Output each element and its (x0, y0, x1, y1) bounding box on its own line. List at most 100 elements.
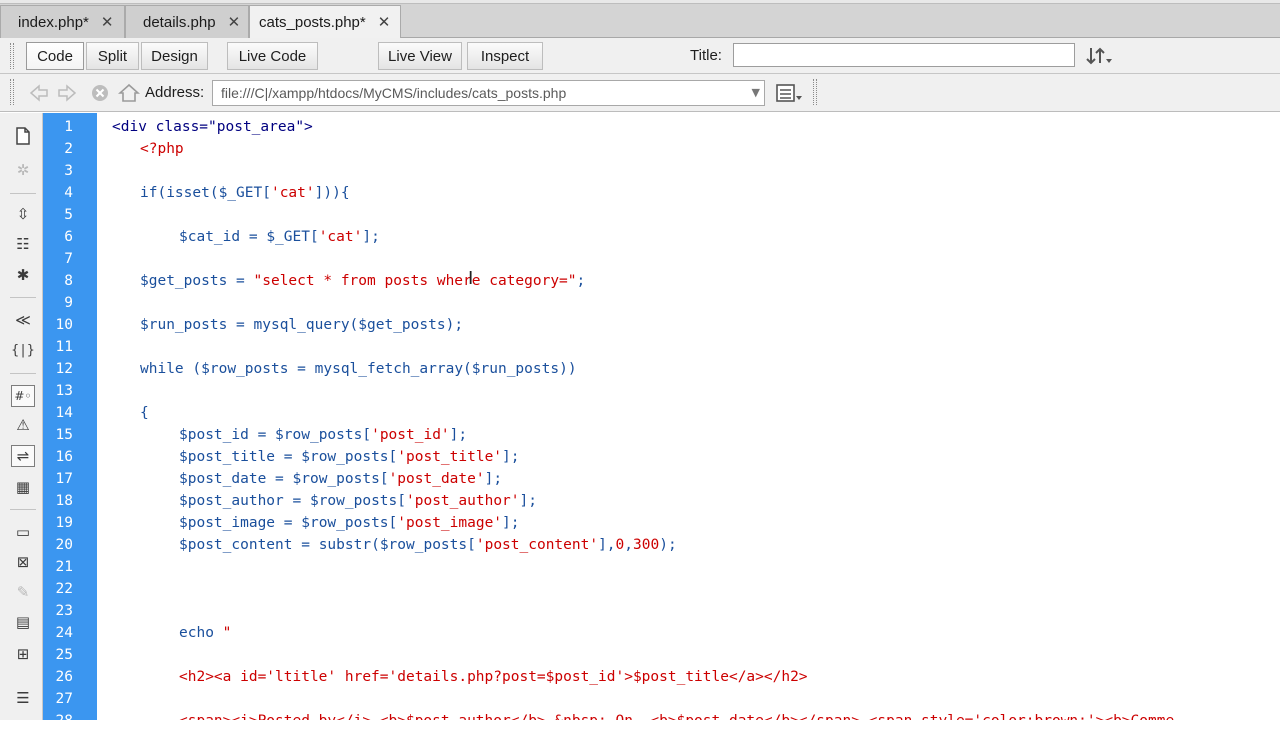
title-input[interactable] (733, 43, 1075, 67)
live-code-button[interactable]: Live Code (227, 42, 318, 70)
code-line[interactable]: { (140, 402, 149, 424)
list-options-icon[interactable] (773, 81, 807, 105)
code-token: [ (388, 515, 398, 531)
toolbar-grip[interactable] (813, 79, 817, 105)
code-token: ); (659, 537, 677, 553)
toolbar-separator (10, 193, 36, 194)
code-token: $post_image (179, 515, 276, 531)
code-line[interactable]: $cat_id = $_GET['cat']; (179, 226, 380, 248)
line-number: 12 (55, 361, 73, 377)
code-line[interactable]: $post_date = $row_posts['post_date']; (179, 468, 502, 490)
code-editor[interactable]: <div class="post_area"> <?php if(isset($_G… (97, 113, 1280, 720)
code-token: ]; (362, 229, 380, 245)
tab-label: index.php* (18, 13, 89, 31)
line-number: 21 (55, 559, 73, 575)
inspect-button[interactable]: Inspect (467, 42, 543, 70)
move-css-icon[interactable]: ⊞ (11, 643, 35, 665)
code-line[interactable]: <h2><a id='ltitle' href='details.php?pos… (179, 666, 808, 688)
address-value: file:///C|/xampp/htdocs/MyCMS/includes/c… (221, 85, 567, 101)
close-icon[interactable]: ✕ (378, 13, 391, 31)
close-icon[interactable]: ✕ (101, 13, 114, 31)
code-line[interactable]: $post_id = $row_posts['post_id']; (179, 424, 467, 446)
address-field[interactable]: file:///C|/xampp/htdocs/MyCMS/includes/c… (212, 80, 765, 106)
code-token: ]; (502, 515, 520, 531)
code-token: [ (309, 229, 319, 245)
code-token: $post_author (179, 493, 284, 509)
code-token: $_GET (218, 185, 263, 201)
code-token: $_GET (266, 229, 310, 245)
toolbar-grip[interactable] (10, 79, 14, 105)
code-line[interactable]: echo " (179, 622, 231, 644)
code-line[interactable]: $get_posts = "select * from posts where … (140, 270, 585, 292)
line-number: 19 (55, 515, 73, 531)
tab-details-php[interactable]: details.php ✕ (125, 5, 249, 38)
line-number: 7 (64, 251, 73, 267)
code-token: while (140, 361, 193, 377)
code-line[interactable]: <span><i>Posted by</i> <b>$post_author</… (179, 710, 1174, 720)
code-line[interactable]: <div class="post_area"> (112, 116, 313, 138)
split-view-button[interactable]: Split (86, 42, 139, 70)
code-token: ])){ (314, 185, 350, 201)
code-view-button[interactable]: Code (26, 42, 84, 70)
highlight-invalid-code-icon[interactable]: ⚠ (11, 414, 35, 436)
tab-cats-posts-php[interactable]: cats_posts.php* ✕ (249, 5, 401, 38)
collapse-full-tag-icon[interactable]: ⇳ (11, 203, 35, 225)
line-number: 22 (55, 581, 73, 597)
collapse-selection-icon[interactable]: ☷ (11, 233, 35, 255)
chevron-down-icon[interactable]: ▼ (752, 86, 760, 99)
word-wrap-icon[interactable]: ⇌ (11, 445, 35, 467)
address-label: Address: (145, 84, 205, 101)
code-token: 'post_date' (388, 471, 485, 487)
code-token: ]; (484, 471, 503, 487)
code-token: = (275, 515, 302, 531)
indent-code-icon[interactable]: ☰ (11, 687, 35, 709)
balance-braces-icon[interactable]: {|} (11, 339, 35, 361)
tab-label: cats_posts.php* (259, 13, 366, 31)
expand-all-icon[interactable]: ✱ (11, 264, 35, 286)
open-documents-icon[interactable] (11, 125, 35, 147)
line-number: 3 (64, 163, 73, 179)
code-token: [ (362, 427, 372, 443)
syntax-coloring-icon[interactable]: ▦ (11, 476, 35, 498)
code-line[interactable]: $run_posts = mysql_query($get_posts); (140, 314, 463, 336)
home-icon[interactable] (117, 82, 141, 104)
code-token: <?php (140, 141, 184, 157)
code-line[interactable]: $post_title = $row_posts['post_title']; (179, 446, 520, 468)
tab-bar-top-strip (0, 0, 1280, 4)
remove-comment-icon[interactable]: ⊠ (11, 551, 35, 573)
code-line[interactable]: while ($row_posts = mysql_fetch_array($r… (140, 358, 577, 380)
line-number: 6 (64, 229, 73, 245)
toolbar-grip[interactable] (10, 43, 14, 69)
code-token: ); (445, 317, 464, 333)
code-line[interactable]: <?php (140, 138, 184, 160)
close-icon[interactable]: ✕ (228, 13, 241, 31)
line-number: 9 (64, 295, 73, 311)
line-number: 11 (55, 339, 73, 355)
line-number: 2 (64, 141, 73, 157)
design-view-button[interactable]: Design (141, 42, 208, 70)
file-up-down-icon[interactable] (1082, 44, 1116, 68)
live-view-button[interactable]: Live View (378, 42, 462, 70)
code-token: 300 (633, 537, 660, 553)
code-token: = (227, 273, 254, 289)
code-token: ]; (502, 449, 520, 465)
code-token: <span><i>Posted by</i> <b>$post_author</… (179, 713, 1174, 720)
line-number: 13 (55, 383, 73, 399)
code-line[interactable]: $post_content = substr($row_posts['post_… (179, 534, 677, 556)
stop-icon (88, 82, 112, 104)
line-numbers-icon[interactable]: #◦ (11, 385, 35, 407)
code-token: , (624, 537, 634, 553)
code-token: = (292, 537, 319, 553)
apply-comment-icon[interactable]: ▭ (11, 521, 35, 543)
code-line[interactable]: if(isset($_GET['cat'])){ (140, 182, 350, 204)
code-token: " (222, 625, 232, 641)
code-token: mysql_fetch_array( (314, 361, 472, 377)
code-token: $cat_id (179, 229, 241, 245)
tab-index-php[interactable]: index.php* ✕ (0, 5, 125, 38)
code-token: [ (397, 493, 407, 509)
recent-snippets-icon[interactable]: ▤ (11, 611, 35, 633)
code-line[interactable]: $post_image = $row_posts['post_image']; (179, 512, 520, 534)
text-cursor-icon: I (468, 268, 474, 289)
select-parent-tag-icon[interactable]: ≪ (11, 309, 35, 331)
code-line[interactable]: $post_author = $row_posts['post_author']… (179, 490, 537, 512)
